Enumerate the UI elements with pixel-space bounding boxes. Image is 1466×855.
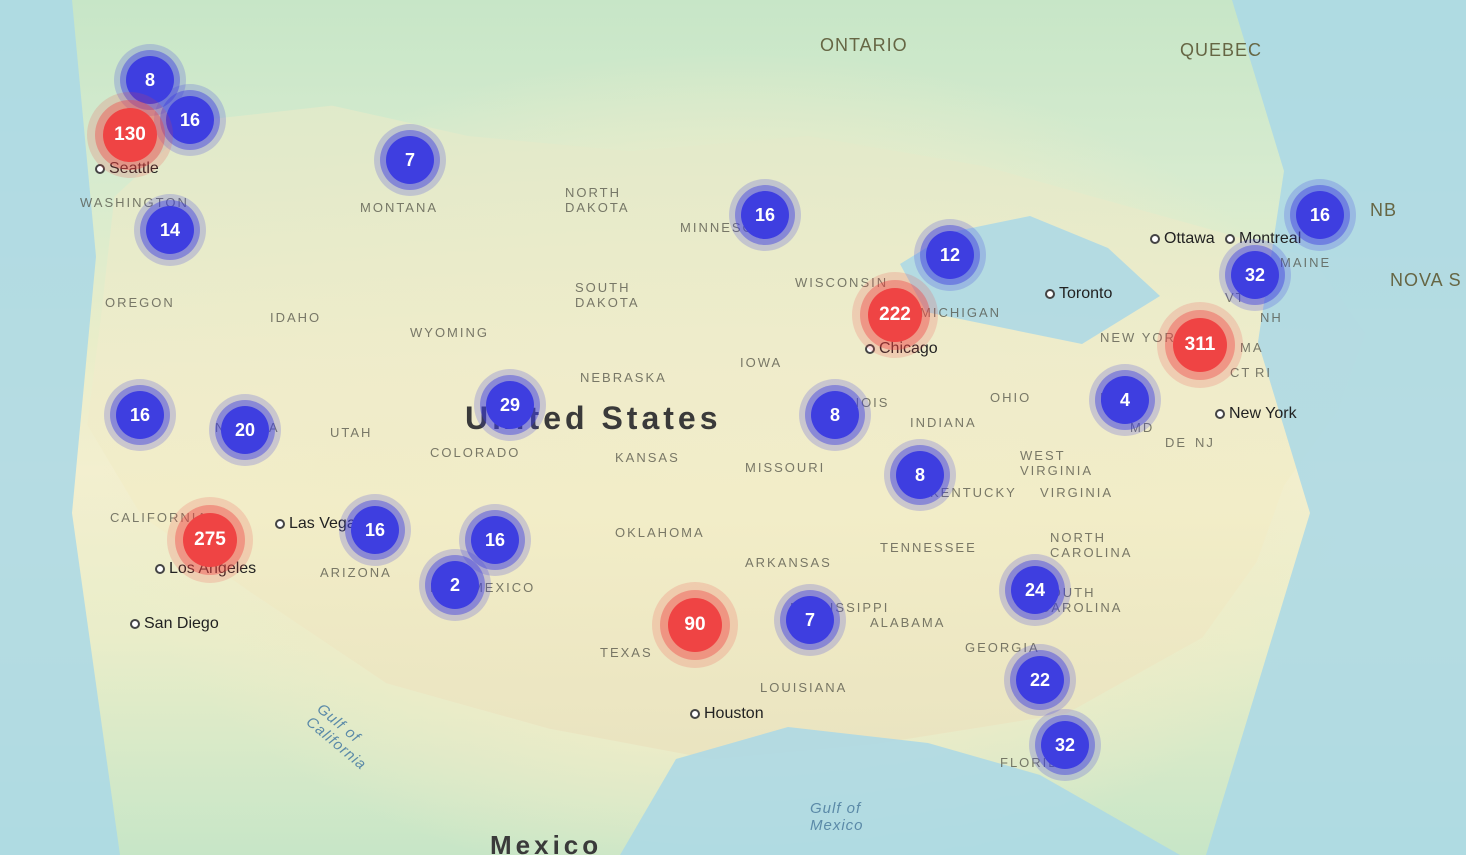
country-label: ONTARIO (820, 35, 908, 56)
cluster-marker[interactable]: 7 (386, 136, 434, 184)
water-label: Gulf ofCalifornia (303, 700, 381, 773)
cluster-marker[interactable]: 130 (103, 108, 157, 162)
cluster-marker[interactable]: 16 (471, 516, 519, 564)
cluster-marker[interactable]: 22 (1016, 656, 1064, 704)
cluster-marker[interactable]: 8 (811, 391, 859, 439)
cluster-marker[interactable]: 7 (786, 596, 834, 644)
city-label: San Diego (130, 615, 219, 633)
cluster-marker[interactable]: 12 (926, 231, 974, 279)
cluster-marker[interactable]: 16 (166, 96, 214, 144)
cluster-marker[interactable]: 4 (1101, 376, 1149, 424)
cluster-marker[interactable]: 311 (1173, 318, 1227, 372)
cluster-marker[interactable]: 275 (183, 513, 237, 567)
cluster-marker[interactable]: 8 (896, 451, 944, 499)
cluster-marker[interactable]: 24 (1011, 566, 1059, 614)
cluster-marker[interactable]: 14 (146, 206, 194, 254)
cluster-marker[interactable]: 16 (1296, 191, 1344, 239)
cluster-marker[interactable]: 29 (486, 381, 534, 429)
map-canvas[interactable]: United StatesMexicoONTARIOQUEBECNBNOVA S… (0, 0, 1466, 855)
cluster-marker[interactable]: 20 (221, 406, 269, 454)
cluster-marker[interactable]: 16 (116, 391, 164, 439)
cluster-marker[interactable]: 16 (741, 191, 789, 239)
cluster-marker[interactable]: 16 (351, 506, 399, 554)
cluster-marker[interactable]: 90 (668, 598, 722, 652)
cluster-marker[interactable]: 32 (1041, 721, 1089, 769)
cluster-marker[interactable]: 222 (868, 288, 922, 342)
cluster-marker[interactable]: 8 (126, 56, 174, 104)
cluster-marker[interactable]: 2 (431, 561, 479, 609)
country-label: Mexico (490, 830, 602, 855)
cluster-marker[interactable]: 32 (1231, 251, 1279, 299)
